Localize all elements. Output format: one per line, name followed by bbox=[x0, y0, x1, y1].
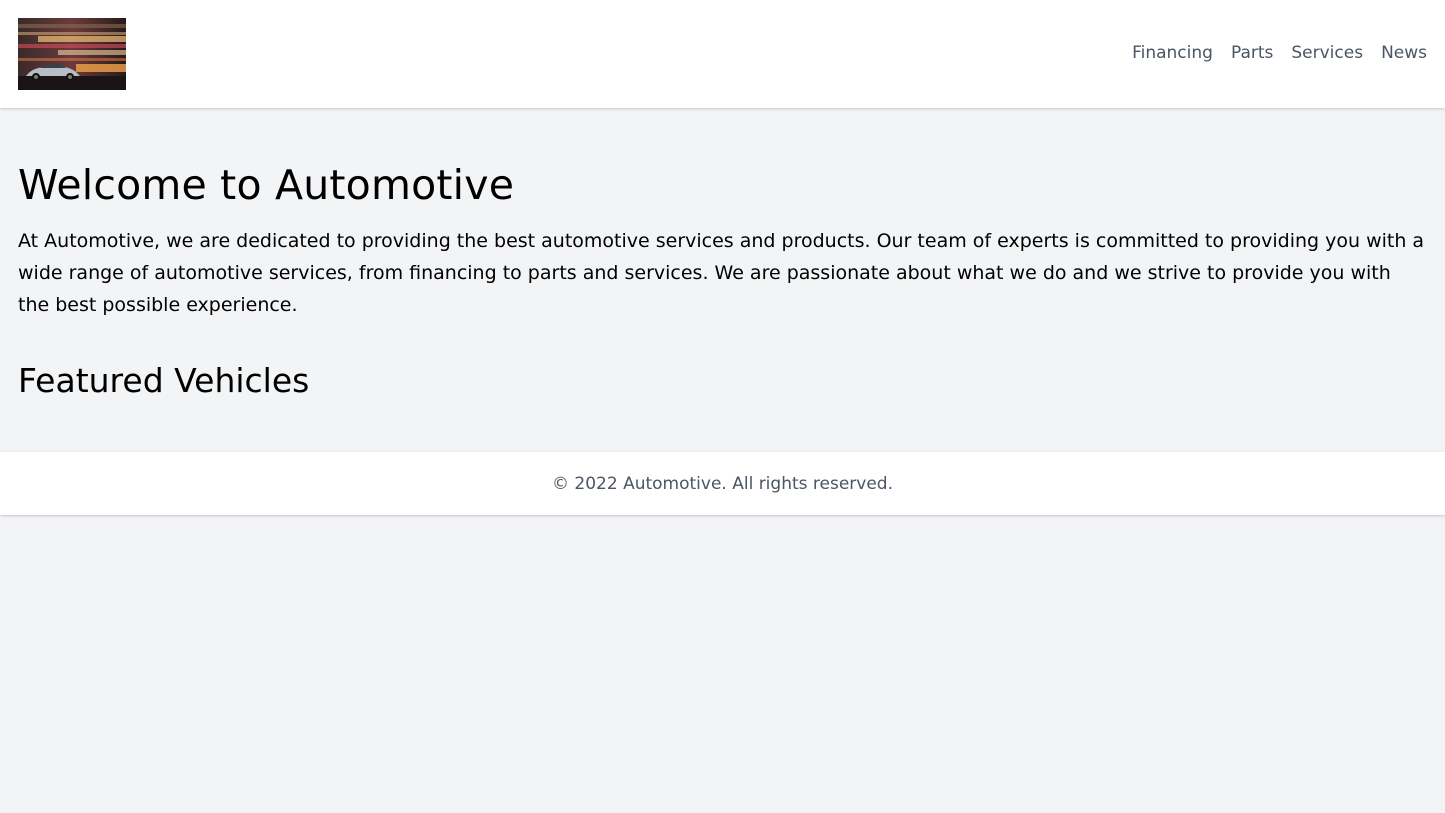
intro-paragraph: At Automotive, we are dedicated to provi… bbox=[18, 230, 1425, 316]
logo-image[interactable] bbox=[18, 18, 126, 90]
nav-link-financing[interactable]: Financing bbox=[1132, 42, 1213, 64]
site-header: Financing Parts Services News bbox=[0, 0, 1445, 108]
featured-vehicles-heading: Featured Vehicles bbox=[18, 361, 310, 400]
page-title: Welcome to Automotive bbox=[18, 161, 515, 209]
main-content: Welcome to Automotive At Automotive, we … bbox=[18, 159, 1427, 403]
car-photo-icon bbox=[18, 18, 126, 90]
copyright-text: © 2022 Automotive. All rights reserved. bbox=[552, 473, 893, 494]
site-footer: © 2022 Automotive. All rights reserved. bbox=[0, 452, 1445, 515]
nav-link-news[interactable]: News bbox=[1381, 42, 1427, 64]
main-nav: Financing Parts Services News bbox=[1132, 42, 1427, 64]
nav-link-parts[interactable]: Parts bbox=[1231, 42, 1273, 64]
nav-link-services[interactable]: Services bbox=[1291, 42, 1363, 64]
